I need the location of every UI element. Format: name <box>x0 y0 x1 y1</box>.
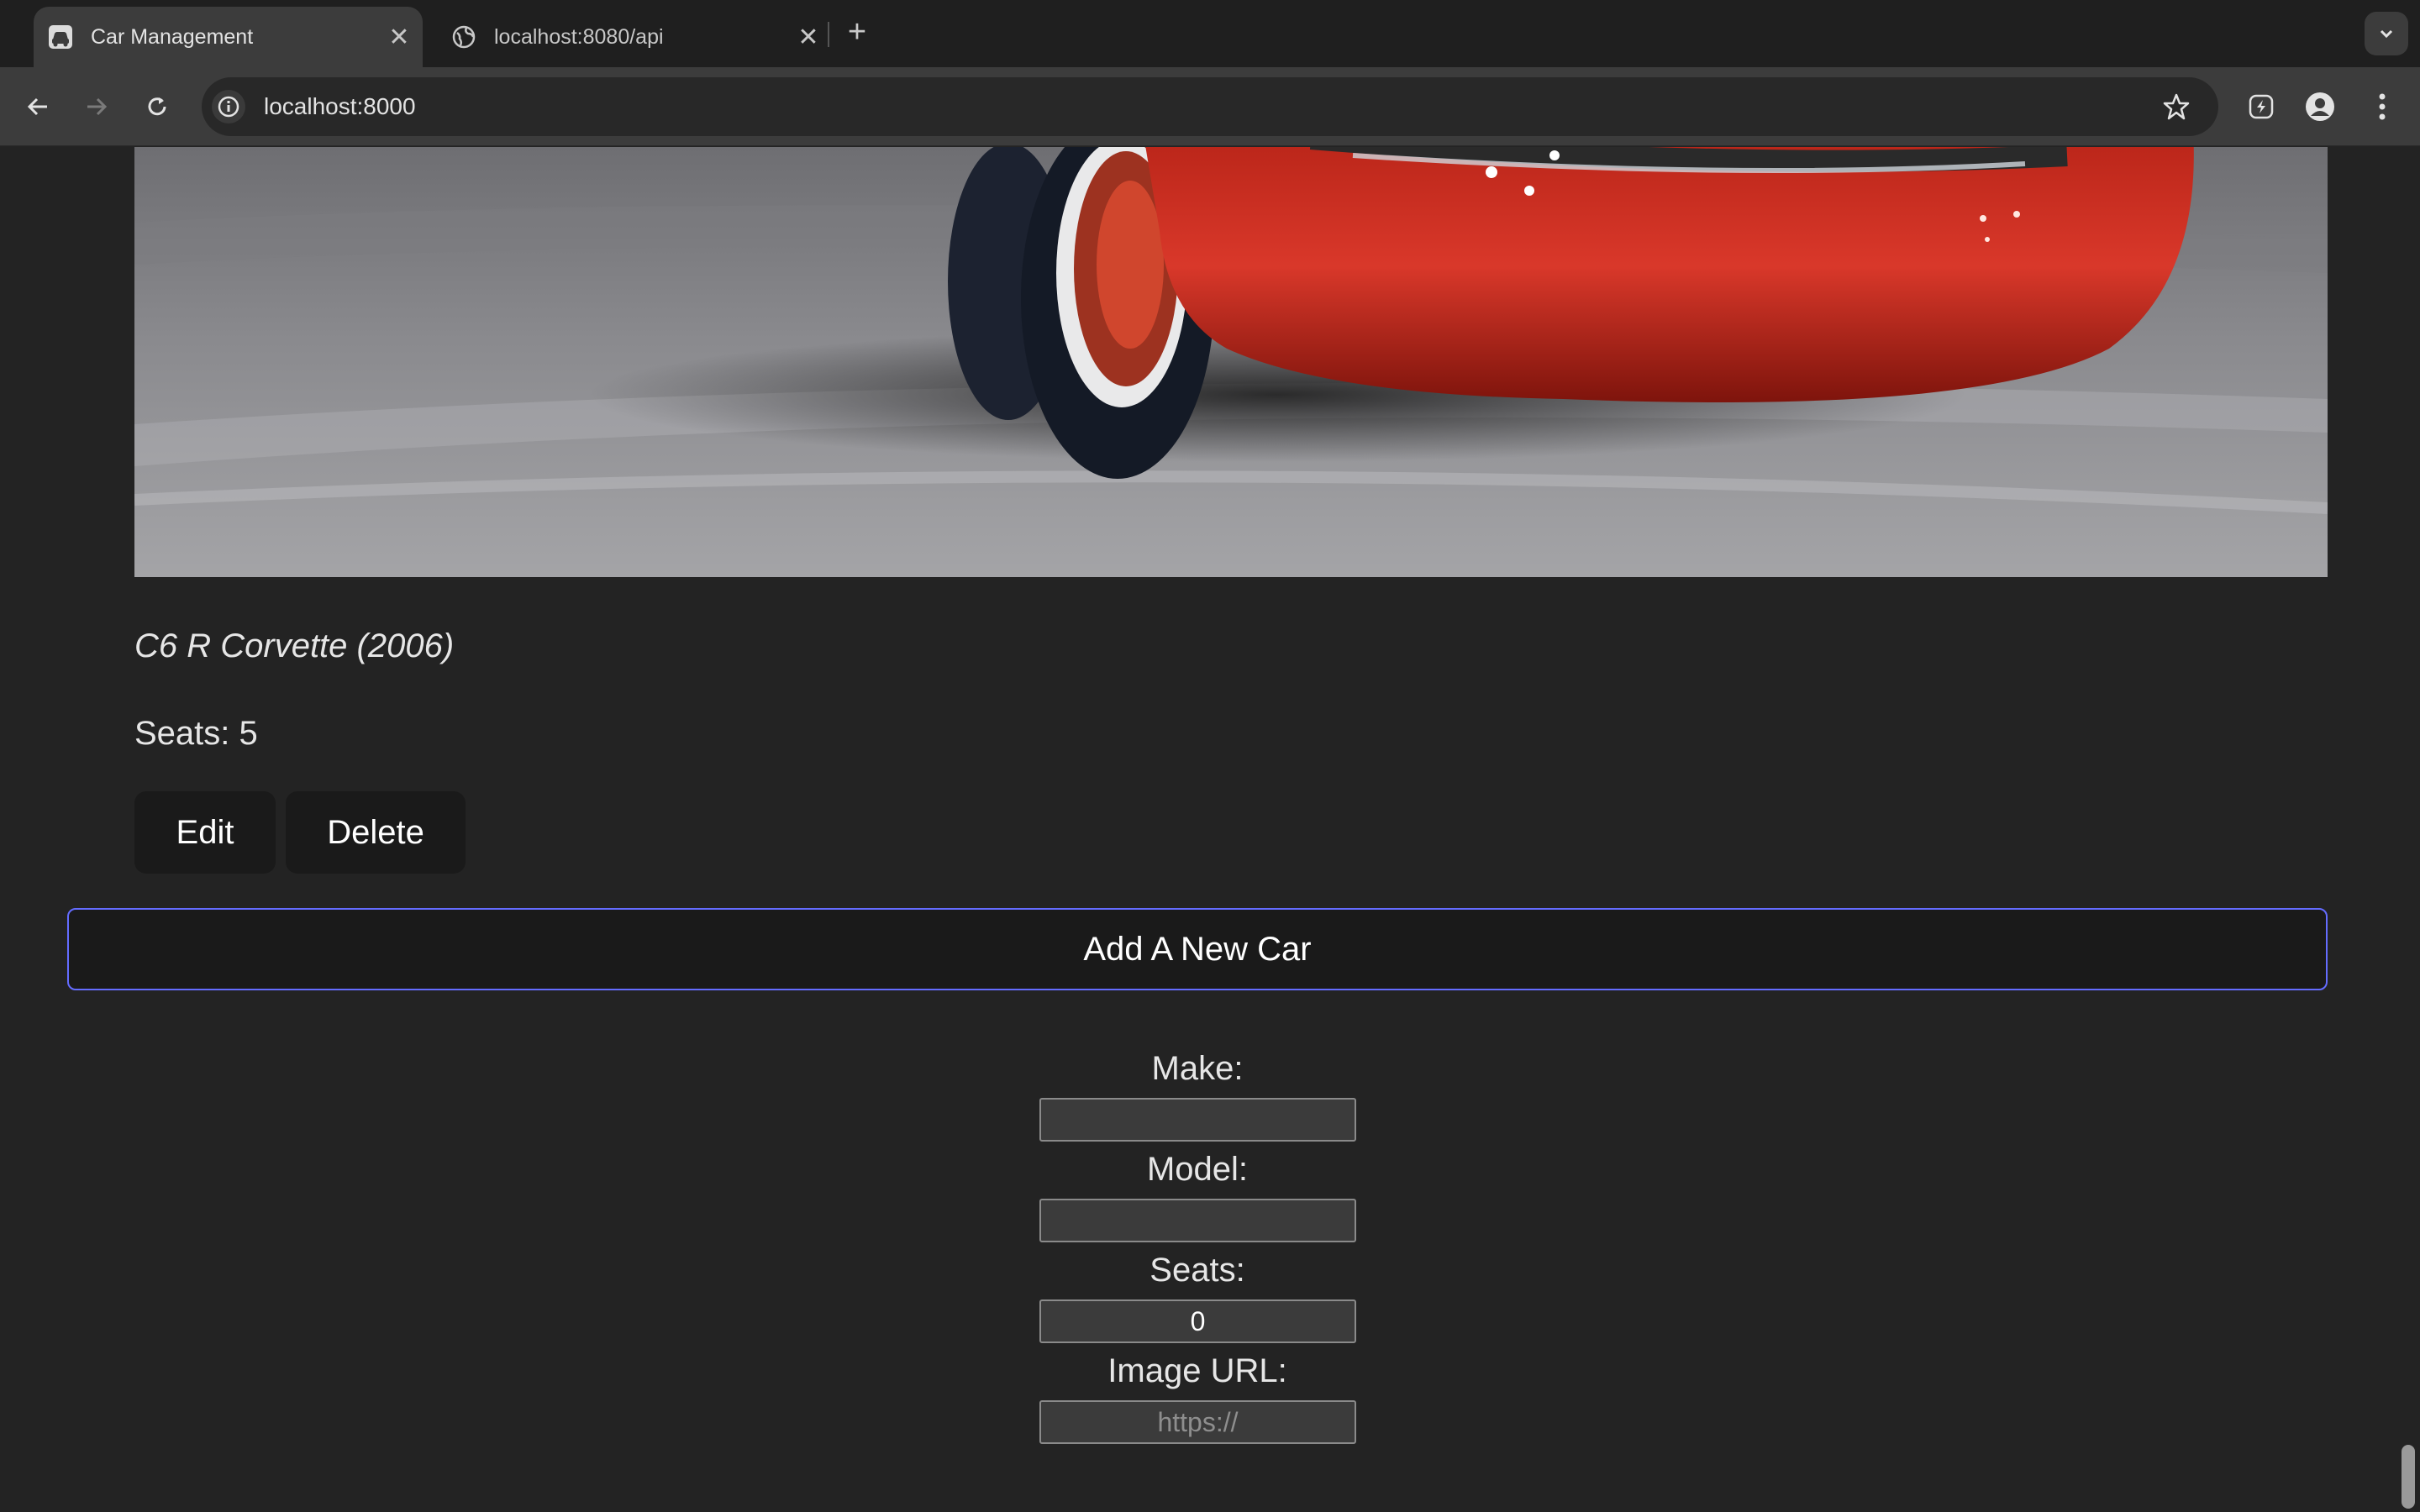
model-input[interactable] <box>1039 1199 1356 1242</box>
back-arrow-icon[interactable] <box>17 86 59 128</box>
tab-strip: Car Management ✕ localhost:8080/api ✕ + <box>0 0 2420 67</box>
close-tab-icon[interactable]: ✕ <box>793 22 823 52</box>
car-caption: C6 R Corvette (2006) <box>134 627 455 664</box>
profile-avatar-icon[interactable] <box>2299 86 2341 128</box>
globe-icon <box>450 24 477 50</box>
site-info-icon[interactable] <box>212 90 245 123</box>
url-text: localhost:8000 <box>264 93 416 119</box>
scrollbar-thumb[interactable] <box>2402 1445 2415 1509</box>
tab-search-chevron-icon[interactable] <box>2365 12 2408 55</box>
address-bar[interactable]: localhost:8000 <box>202 77 2218 136</box>
car-image <box>134 147 2328 577</box>
tab-car-management[interactable]: Car Management ✕ <box>34 7 423 67</box>
browser-toolbar: localhost:8000 <box>0 67 2420 146</box>
add-new-car-button[interactable]: Add A New Car <box>67 908 2328 990</box>
tab-separator <box>828 22 829 47</box>
make-label: Make: <box>1151 1050 1244 1087</box>
image-url-label: Image URL: <box>1107 1352 1287 1389</box>
forward-arrow-icon[interactable] <box>76 86 118 128</box>
new-tab-icon[interactable]: + <box>840 14 874 50</box>
extension-icon[interactable] <box>2240 86 2282 128</box>
delete-button[interactable]: Delete <box>286 791 466 874</box>
make-input[interactable] <box>1039 1098 1356 1142</box>
tab-title: Car Management <box>91 24 254 49</box>
seats-input[interactable] <box>1039 1299 1356 1343</box>
tab-api[interactable]: localhost:8080/api ✕ <box>437 7 832 67</box>
reload-icon[interactable] <box>136 86 178 128</box>
page-viewport: C6 R Corvette (2006) Seats: 5 Edit Delet… <box>0 147 2420 1512</box>
bookmark-star-icon[interactable] <box>2160 90 2193 123</box>
image-url-input[interactable] <box>1039 1400 1356 1444</box>
tab-title: localhost:8080/api <box>494 24 664 49</box>
close-tab-icon[interactable]: ✕ <box>384 22 414 52</box>
car-favicon-icon <box>47 24 74 50</box>
edit-button[interactable]: Edit <box>134 791 276 874</box>
menu-kebab-icon[interactable] <box>2361 86 2403 128</box>
car-seats-text: Seats: 5 <box>134 715 258 752</box>
model-label: Model: <box>1146 1151 1249 1188</box>
seats-label: Seats: <box>1150 1252 1245 1289</box>
page-scrollbar[interactable] <box>2395 147 2420 1512</box>
